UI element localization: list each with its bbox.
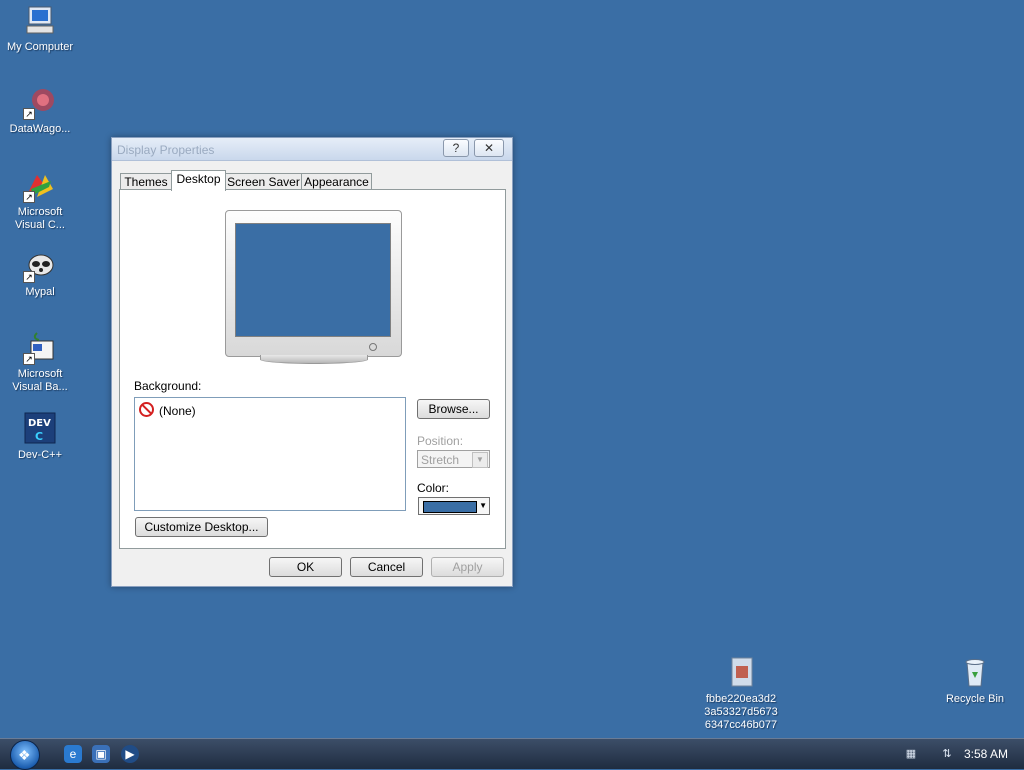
desktop-icon-label: Microsoft Visual Ba... [12, 368, 68, 393]
color-picker-button[interactable]: ▼ [418, 497, 490, 515]
color-label: Color: [417, 481, 450, 495]
monitor-power-led [369, 343, 377, 351]
tab-screen-saver[interactable]: Screen Saver [225, 173, 302, 190]
help-button[interactable]: ? [443, 139, 469, 157]
chevron-down-icon: ▼ [472, 452, 488, 468]
desktop-icon-label: Recycle Bin [945, 693, 1005, 705]
media-player-icon[interactable]: ▶ [121, 745, 139, 763]
svg-text:DEV: DEV [28, 418, 51, 429]
computer-icon [23, 4, 57, 38]
customize-desktop-button[interactable]: Customize Desktop... [135, 517, 268, 537]
recycle-bin-icon [958, 656, 992, 690]
chevron-down-icon: ▼ [479, 501, 487, 510]
none-icon [139, 402, 154, 417]
datawagon-icon: ↗ [23, 86, 57, 120]
ok-button[interactable]: OK [269, 557, 342, 577]
position-select[interactable]: Stretch ▼ [417, 450, 490, 468]
tab-themes[interactable]: Themes [120, 173, 172, 190]
internet-explorer-icon[interactable]: e [64, 745, 82, 763]
keyboard-icon[interactable]: ▦ [904, 747, 918, 761]
position-label: Position: [417, 434, 464, 448]
shortcut-arrow-icon: ↗ [23, 191, 35, 203]
shortcut-arrow-icon: ↗ [23, 353, 35, 365]
desktop-icon-datawagon[interactable]: ↗ DataWago... [0, 86, 80, 136]
background-label: Background: [134, 379, 202, 393]
background-item-label: (None) [159, 404, 196, 418]
raccoon-icon: ↗ [23, 249, 57, 283]
start-button[interactable]: ❖ [10, 740, 40, 770]
desktop-icon-label: DataWago... [9, 123, 71, 135]
desktop-icon-devcpp[interactable]: DEV C Dev-C++ [0, 412, 80, 462]
devcpp-icon: DEV C [23, 412, 57, 446]
desktop-tab-panel: Background: (None) Browse... Position: S… [119, 189, 506, 549]
browse-button[interactable]: Browse... [417, 399, 490, 419]
tab-appearance[interactable]: Appearance [301, 173, 372, 190]
shortcut-arrow-icon: ↗ [23, 271, 35, 283]
desktop-icon-visual-basic[interactable]: ↗ Microsoft Visual Ba... [0, 331, 80, 394]
desktop-icon-mypal[interactable]: ↗ Mypal [0, 249, 80, 299]
color-swatch [423, 501, 477, 513]
desktop-icon-label: My Computer [6, 41, 74, 53]
desktop-icon-label: Mypal [25, 286, 55, 298]
file-icon [724, 656, 758, 690]
dialog-titlebar[interactable]: Display Properties ? ✕ [112, 138, 512, 161]
tab-desktop[interactable]: Desktop [171, 170, 226, 191]
cancel-button[interactable]: Cancel [350, 557, 423, 577]
visual-cpp-icon: ↗ [23, 169, 57, 203]
windows-logo-icon: ❖ [18, 747, 31, 763]
desktop-icon-my-computer[interactable]: My Computer [0, 4, 80, 54]
network-icon[interactable]: ⇅ [940, 747, 954, 761]
shortcut-arrow-icon: ↗ [23, 108, 35, 120]
close-button[interactable]: ✕ [474, 139, 504, 157]
position-value: Stretch [421, 453, 460, 467]
visual-basic-icon: ↗ [23, 331, 57, 365]
desktop-icon-recycle-bin[interactable]: Recycle Bin [935, 656, 1015, 706]
monitor-preview [225, 210, 402, 357]
background-list[interactable]: (None) [134, 397, 406, 511]
monitor-stand [260, 355, 368, 364]
desktop-icon-label: fbbe220ea3d2 3a53327d5673 6347cc46b077 [704, 693, 778, 731]
desktop-icon-file[interactable]: fbbe220ea3d2 3a53327d5673 6347cc46b077 [700, 656, 782, 732]
dialog-title: Display Properties [117, 143, 215, 157]
desktop-icon-label: Dev-C++ [17, 449, 63, 461]
desktop-icon-visual-cpp[interactable]: ↗ Microsoft Visual C... [0, 169, 80, 232]
media-icon[interactable]: ▣ [92, 745, 110, 763]
background-item-none[interactable]: (None) [139, 402, 196, 418]
desktop-icon-label: Microsoft Visual C... [15, 206, 65, 231]
apply-button[interactable]: Apply [431, 557, 504, 577]
taskbar-clock[interactable]: 3:58 AM [964, 747, 1008, 761]
svg-text:C: C [35, 430, 43, 443]
display-properties-dialog: Display Properties ? ✕ Themes Desktop Sc… [111, 137, 513, 587]
monitor-preview-screen [235, 223, 391, 337]
taskbar: ❖ e ▣ ▶ ▦ ⇅ 3:58 AM [0, 738, 1024, 770]
